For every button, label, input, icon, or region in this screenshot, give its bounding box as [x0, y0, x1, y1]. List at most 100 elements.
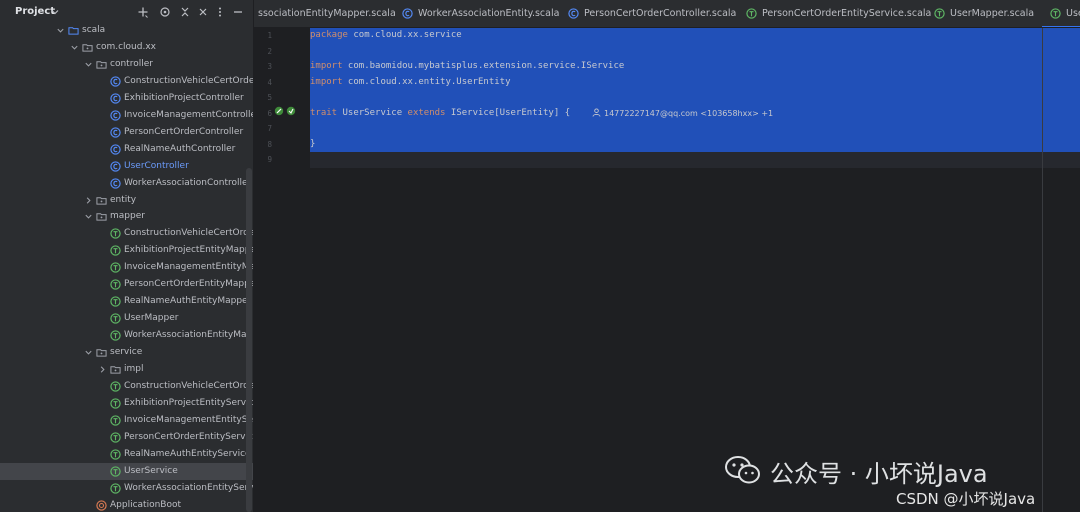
tree-item[interactable]: PersonCertOrderEntityMapper [0, 276, 254, 293]
tree-item-label: impl [124, 364, 144, 374]
minimize-icon[interactable] [232, 6, 244, 18]
tree-item[interactable]: PersonCertOrderController [0, 124, 253, 141]
tree-item[interactable]: WorkerAssociationEntityService [0, 480, 253, 497]
code-line[interactable]: } [310, 137, 315, 153]
chevron-right-icon[interactable] [84, 196, 93, 205]
tree-item[interactable]: InvoiceManagementController [0, 107, 254, 124]
scala-trait-icon [1050, 8, 1061, 19]
tree-item[interactable]: impl [0, 361, 253, 378]
code-keyword: trait [310, 107, 338, 118]
tree-item[interactable]: RealNameAuthController [0, 141, 253, 158]
tree-item-label: entity [110, 194, 137, 205]
editor-tab-label: PersonCertOrderController.scala [584, 8, 737, 19]
code-token: com.baomidou.mybatisplus.extension.servi… [342, 61, 625, 71]
package-icon [96, 61, 107, 69]
tree-item[interactable]: InvoiceManagementEntityMappe [0, 259, 253, 276]
tree-item[interactable]: ExhibitionProjectController [0, 90, 253, 107]
tree-item[interactable]: entity [0, 192, 253, 209]
tree-item-label: RealNameAuthEntityMapper [124, 296, 252, 307]
tree-item[interactable]: PersonCertOrderEntityService [0, 429, 253, 446]
chevron-down-icon[interactable] [56, 26, 65, 35]
line-number: 5 [267, 93, 272, 102]
editor-tab[interactable]: PersonCertOrderEntityService.scala [738, 0, 931, 27]
package-icon [110, 366, 121, 374]
target-icon[interactable] [159, 6, 171, 18]
author-hint-text: 14772227147@qq.com <103658hxx> +1 [604, 109, 774, 118]
scala-class-icon [402, 8, 413, 19]
tree-item[interactable]: controller [0, 56, 253, 73]
tree-item-label: UserMapper [124, 313, 179, 324]
code-area[interactable]: 14772227147@qq.com <103658hxx> +1 packag… [310, 28, 1080, 512]
scala-trait-icon [110, 415, 121, 426]
tree-item[interactable]: ExhibitionProjectEntityService [0, 395, 254, 412]
tree-item[interactable]: InvoiceManagementEntityServic [0, 412, 253, 429]
code-line[interactable]: import com.baomidou.mybatisplus.extensio… [310, 59, 624, 75]
tree-item[interactable]: UserMapper [0, 310, 253, 327]
tree-item[interactable]: WorkerAssociationEntityMappe [0, 327, 253, 344]
scala-trait-icon [110, 228, 121, 240]
tree-item[interactable]: scala [0, 22, 253, 39]
editor-tab-label: WorkerAssociationEntity.scala [418, 8, 560, 19]
editor-tab-label: ssociationEntityMapper.scala [258, 8, 396, 19]
tree-item-label: ExhibitionProjectController [124, 92, 244, 103]
tree-item[interactable]: ConstructionVehicleCertOrderEn [0, 378, 253, 395]
tree-item[interactable]: mapper [0, 208, 253, 225]
chevron-down-icon[interactable] [84, 348, 93, 357]
user-icon [592, 108, 601, 117]
tree-item-label: ConstructionVehicleCertOrderEn [124, 380, 253, 391]
tree-item-label: InvoiceManagementController [124, 109, 254, 120]
chevron-down-icon[interactable] [70, 43, 79, 52]
author-inlay-hint[interactable]: 14772227147@qq.com <103658hxx> +1 [592, 106, 773, 122]
code-line[interactable]: package com.cloud.xx.service [310, 28, 462, 44]
tree-scrollbar[interactable] [246, 168, 252, 512]
line-number: 1 [267, 31, 272, 40]
line-number: 9 [267, 155, 272, 164]
editor-tab[interactable]: UserMapper.scala [926, 0, 1042, 27]
code-line[interactable]: trait UserService extends IService[UserE… [310, 106, 570, 122]
tree-item[interactable]: ConstructionVehicleCertOrderEn [0, 225, 253, 242]
scala-trait-icon [110, 296, 121, 307]
editor-tab[interactable]: WorkerAssociationEntity.scala [394, 0, 560, 27]
code-line[interactable]: import com.cloud.xx.entity.UserEntity [310, 75, 511, 91]
package-icon [96, 196, 107, 205]
tree-item[interactable]: RealNameAuthEntityMapper [0, 293, 253, 310]
line-number: 7 [267, 124, 272, 133]
line-number: 6 [267, 108, 272, 118]
implemented-gutter-icon[interactable] [274, 105, 300, 117]
tree-item-label: PersonCertOrderEntityMapper [124, 279, 254, 290]
tree-item-label: PersonCertOrderController [124, 126, 244, 137]
tree-item[interactable]: RealNameAuthEntityService [0, 446, 253, 463]
tree-item-label: ExhibitionProjectEntityService [124, 397, 254, 408]
package-icon [96, 213, 107, 222]
close-icon[interactable] [197, 6, 209, 18]
editor-tab-bar: ssociationEntityMapper.scala WorkerAssoci… [254, 0, 1080, 28]
chevron-down-icon[interactable] [84, 212, 93, 221]
code-editor[interactable]: 1 2 3 4 5 6 7 8 9 14772227147@qq.com <103658hxx>… [254, 28, 1080, 512]
more-icon[interactable] [214, 6, 226, 18]
package-icon [82, 44, 93, 52]
chevron-down-icon[interactable] [50, 7, 60, 17]
collapse-icon[interactable] [179, 6, 191, 18]
editor-tab-label: PersonCertOrderEntityService.scala [762, 8, 932, 19]
chevron-right-icon[interactable] [98, 365, 107, 374]
chevron-down-icon[interactable] [84, 60, 93, 69]
editor-tab-label: Use [1066, 8, 1080, 19]
tree-item-label: UserController [124, 160, 189, 171]
editor-tab[interactable]: Use [1042, 0, 1080, 27]
tree-item[interactable]: UserController [0, 158, 253, 175]
line-number: 4 [267, 77, 272, 87]
tree-item[interactable]: com.cloud.xx [0, 39, 253, 56]
tree-item[interactable]: service [0, 344, 253, 361]
scala-trait-icon [746, 8, 757, 19]
tree-item[interactable]: ConstructionVehicleCertOrderCo [0, 73, 253, 90]
tree-item[interactable]: UserService [0, 462, 253, 480]
editor-tab[interactable]: ssociationEntityMapper.scala [254, 0, 396, 27]
scala-trait-icon [110, 482, 121, 494]
editor-tab-label: UserMapper.scala [950, 8, 1035, 19]
tree-item[interactable]: ExhibitionProjectEntityMapper [0, 242, 253, 259]
tree-item[interactable]: WorkerAssociationController [0, 175, 253, 192]
add-icon[interactable] [137, 6, 149, 18]
package-icon [96, 349, 107, 357]
tree-item[interactable]: ApplicationBoot [0, 497, 253, 512]
editor-tab[interactable]: PersonCertOrderController.scala [560, 0, 738, 27]
